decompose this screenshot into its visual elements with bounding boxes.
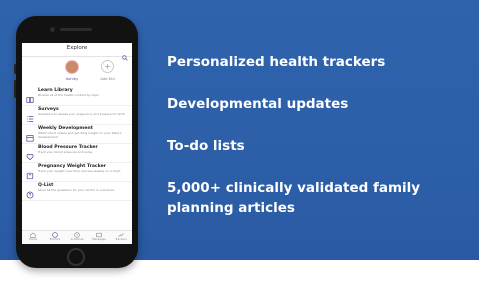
profile-selector: Ashley + Add Kid [22,57,132,85]
menu-item-desc: Track your blood pressure and pulse [38,150,93,154]
app-header: Explore [22,43,132,61]
tab-bar: Home Explore Schedule Messages Trackers [22,230,132,244]
menu-item-surveys[interactable]: Surveys Questions to assess your pregnan… [22,106,132,125]
calendar-icon [26,127,34,142]
scale-icon [26,165,34,180]
tab-explore[interactable]: Explore [44,232,66,244]
book-icon [26,89,34,103]
menu-item-blood-pressure[interactable]: Blood Pressure Tracker Track your blood … [22,144,132,163]
question-icon [26,184,34,199]
menu-item-desc: Track your weight over time and see week… [38,169,121,173]
menu-item-desc: Browse all of the health content by topi… [38,93,99,97]
menu-item-weight-tracker[interactable]: Pregnancy Weight Tracker Track your weig… [22,163,132,182]
app-title: Explore [66,45,88,51]
phone-screen: Explore Ashley + Add Kid Learn Library B… [22,43,132,244]
menu-item-desc: Questions to assess your pregnancy and p… [38,112,125,116]
feature-articles-line-1: 5,000+ clinically validated family [167,180,421,196]
profile-name: Ashley [65,76,79,81]
phone-home-button [67,248,85,266]
tab-home[interactable]: Home [22,232,44,244]
tab-messages[interactable]: Messages [88,232,110,244]
promo-banner: Explore Ashley + Add Kid Learn Library B… [0,0,479,284]
menu-item-weekly-development[interactable]: Weekly Development Watch short videos an… [22,125,132,144]
menu-item-desc: Watch short videos and get daily insight… [38,131,122,139]
phone-speaker [60,28,92,31]
heart-icon [26,146,34,161]
feature-health-trackers: Personalized health trackers [167,54,386,70]
phone-mockup: Explore Ashley + Add Kid Learn Library B… [14,16,138,268]
list-icon [26,108,34,122]
tab-label: Messages [92,237,106,241]
tab-label: Trackers [115,237,127,241]
phone-side-button [14,64,16,74]
menu-item-q-list[interactable]: Q-List Store all the questions for your … [22,182,132,201]
add-kid-button[interactable]: + [101,60,114,73]
feature-developmental-updates: Developmental updates [167,96,349,112]
phone-volume-button [14,80,16,98]
feature-todo-lists: To-do lists [167,138,245,154]
tab-label: Explore [49,237,61,241]
add-kid-label: Add Kid [100,76,115,81]
menu-item-desc: Store all the questions for your doctor … [38,188,115,192]
tab-label: Schedule [70,237,84,241]
phone-camera [50,27,55,32]
feature-articles-line-2: planning articles [167,200,295,216]
tab-trackers[interactable]: Trackers [110,232,132,244]
tab-label: Home [28,237,38,241]
tab-schedule[interactable]: Schedule [66,232,88,244]
menu-item-learn-library[interactable]: Learn Library Browse all of the health c… [22,87,132,106]
avatar[interactable] [65,60,79,74]
